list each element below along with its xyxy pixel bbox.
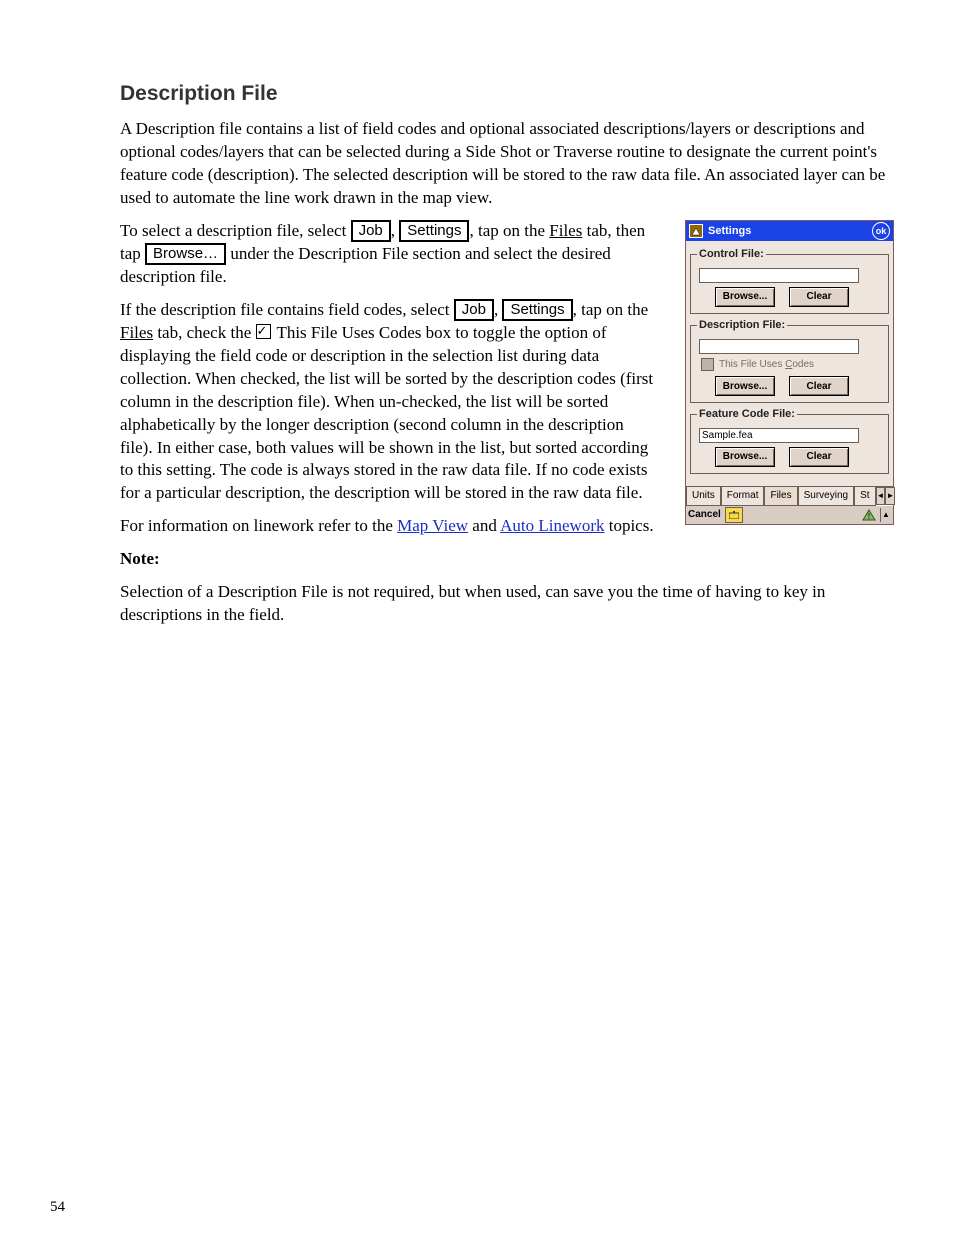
map-view-link[interactable]: Map View xyxy=(397,516,468,535)
control-file-legend: Control File: xyxy=(697,247,766,262)
browse-button-ref: Browse… xyxy=(145,243,226,265)
control-clear-button[interactable]: Clear xyxy=(789,287,849,307)
description-file-legend: Description File: xyxy=(697,318,787,333)
feature-browse-button[interactable]: Browse... xyxy=(715,447,775,467)
description-file-group: Description File: This File Uses Codes B… xyxy=(690,318,889,403)
files-tab-ref: Files xyxy=(549,221,582,240)
app-icon xyxy=(689,224,703,238)
settings-dialog-screenshot: Settings ok Control File: Browse... Clea… xyxy=(685,220,894,525)
status-bar: Cancel ▲ xyxy=(686,505,893,524)
checkbox-glyph xyxy=(256,324,271,339)
feature-code-group: Feature Code File: Browse... Clear xyxy=(690,407,889,474)
tab-truncated[interactable]: St xyxy=(854,487,875,506)
cancel-button[interactable]: Cancel xyxy=(688,508,721,522)
job-button-ref: Job xyxy=(351,220,391,242)
control-file-input[interactable] xyxy=(699,268,859,283)
dialog-titlebar: Settings ok xyxy=(686,221,893,241)
dialog-title: Settings xyxy=(708,224,751,239)
job-button-ref-2: Job xyxy=(454,299,494,321)
uses-codes-checkbox[interactable] xyxy=(701,358,714,371)
dialog-body: Control File: Browse... Clear Descriptio… xyxy=(686,241,893,486)
feature-clear-button[interactable]: Clear xyxy=(789,447,849,467)
control-browse-button[interactable]: Browse... xyxy=(715,287,775,307)
note-body: Selection of a Description File is not r… xyxy=(120,581,894,627)
tab-format[interactable]: Format xyxy=(721,487,765,506)
description-file-input[interactable] xyxy=(699,339,859,354)
intro-paragraph: A Description file contains a list of fi… xyxy=(120,118,894,210)
tab-surveying[interactable]: Surveying xyxy=(798,487,854,506)
description-clear-button[interactable]: Clear xyxy=(789,376,849,396)
control-file-group: Control File: Browse... Clear xyxy=(690,247,889,314)
tab-scroll-right[interactable]: ► xyxy=(885,487,895,505)
keyboard-icon[interactable] xyxy=(725,507,743,523)
warning-icon[interactable] xyxy=(862,508,876,522)
feature-code-input[interactable] xyxy=(699,428,859,443)
auto-linework-link[interactable]: Auto Linework xyxy=(500,516,604,535)
settings-button-ref: Settings xyxy=(399,220,469,242)
tab-units[interactable]: Units xyxy=(686,487,721,506)
feature-code-legend: Feature Code File: xyxy=(697,407,797,422)
tab-bar: Units Format Files Surveying St ◄ ► xyxy=(686,486,893,505)
uses-codes-label: This File Uses Codes xyxy=(719,358,814,372)
ok-button[interactable]: ok xyxy=(872,222,890,240)
up-caret-icon[interactable]: ▲ xyxy=(880,508,891,522)
files-tab-ref-2: Files xyxy=(120,323,153,342)
tab-scroll-left[interactable]: ◄ xyxy=(876,487,886,505)
description-browse-button[interactable]: Browse... xyxy=(715,376,775,396)
page-number: 54 xyxy=(50,1197,65,1217)
note-title: Note: xyxy=(120,548,894,571)
settings-button-ref-2: Settings xyxy=(502,299,572,321)
tab-files[interactable]: Files xyxy=(764,487,797,506)
page-heading: Description File xyxy=(120,80,894,108)
